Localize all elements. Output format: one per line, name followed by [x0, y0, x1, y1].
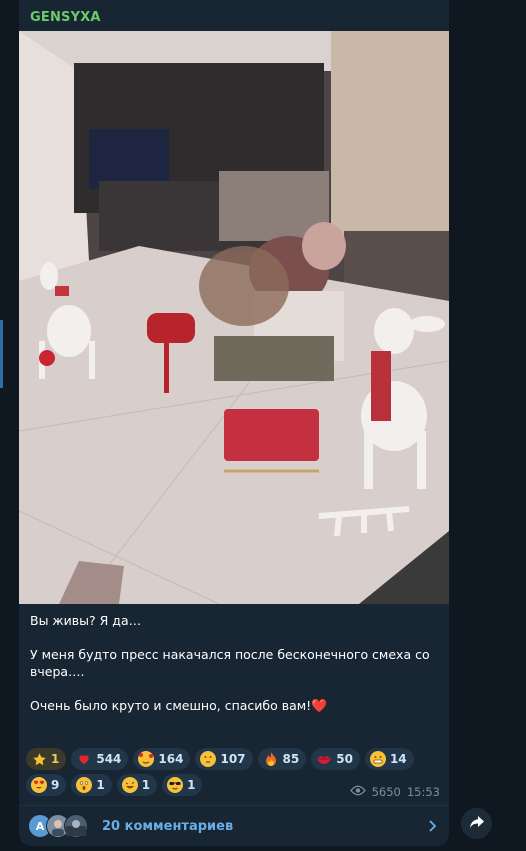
chevron-right-icon [428, 818, 437, 837]
reaction-count: 14 [389, 752, 407, 766]
reaction-count: 1 [141, 778, 151, 792]
reaction-star[interactable]: 1 [26, 748, 67, 770]
share-button[interactable] [461, 808, 492, 839]
message-photo[interactable] [19, 31, 449, 604]
reaction-count: 1 [96, 778, 105, 792]
avatar [64, 814, 88, 838]
reaction-thinking[interactable]: 107 [195, 748, 253, 770]
reaction-count: 9 [51, 778, 60, 792]
screaming-face-icon [76, 777, 93, 793]
thinking-face-icon [200, 751, 217, 767]
eye-icon [349, 785, 366, 799]
message-line-3-container: Очень было круто и смешно, спасибо вам!❤… [30, 697, 440, 715]
message-time: 15:53 [406, 785, 440, 799]
reaction-heart[interactable]: 544 [71, 748, 129, 770]
share-arrow-icon [469, 814, 485, 833]
smiling-face-with-hearts-icon [138, 751, 155, 767]
reaction-count: 85 [282, 752, 300, 766]
reaction-smiling-hearts[interactable]: 164 [133, 748, 191, 770]
reactions-row-1: 1 544 164 107 85 50 14 [26, 748, 446, 770]
heart-eyes-icon [31, 777, 47, 793]
message-line-1: Вы живы? Я да… [30, 613, 142, 628]
reaction-scream[interactable]: 1 [71, 774, 112, 796]
fire-icon [263, 751, 279, 767]
message-line-3: Очень было круто и смешно, спасибо вам! [30, 698, 312, 713]
reaction-count: 544 [96, 752, 122, 766]
reaction-count: 164 [158, 752, 184, 766]
reaction-count: 107 [220, 752, 246, 766]
sunglasses-face-icon [167, 777, 184, 793]
photo-illustration [19, 31, 449, 604]
comments-button[interactable]: A 20 комментариев [19, 806, 449, 846]
star-icon [31, 751, 47, 767]
grimacing-face-icon [369, 751, 386, 767]
message-line-2: У меня будто пресс накачался после беско… [30, 647, 430, 679]
left-accent-bar [0, 320, 3, 388]
reaction-count: 1 [187, 778, 196, 792]
reaction-heart-eyes[interactable]: 9 [26, 774, 67, 796]
kiss-mark-icon [316, 751, 332, 767]
reaction-count: 50 [336, 752, 353, 766]
red-heart-icon: ❤️ [311, 699, 328, 714]
reaction-sunglasses[interactable]: 1 [162, 774, 203, 796]
reaction-kiss[interactable]: 50 [311, 748, 360, 770]
comments-label: 20 комментариев [102, 818, 234, 834]
message-bubble: GENSYXA Вы живы? Я да… У меня будто прес… [19, 0, 449, 846]
rofl-face-icon [121, 777, 138, 793]
reaction-count: 1 [51, 752, 60, 766]
message-meta: 5650 15:53 [349, 785, 440, 799]
red-heart-icon [76, 751, 92, 767]
commenter-avatars: A [28, 814, 100, 838]
view-count: 5650 [371, 785, 401, 799]
channel-name[interactable]: GENSYXA [30, 10, 101, 25]
reaction-grimacing[interactable]: 14 [364, 748, 414, 770]
reaction-fire[interactable]: 85 [257, 748, 307, 770]
message-text: Вы живы? Я да… У меня будто пресс накача… [30, 612, 440, 715]
reaction-rofl[interactable]: 1 [116, 774, 158, 796]
